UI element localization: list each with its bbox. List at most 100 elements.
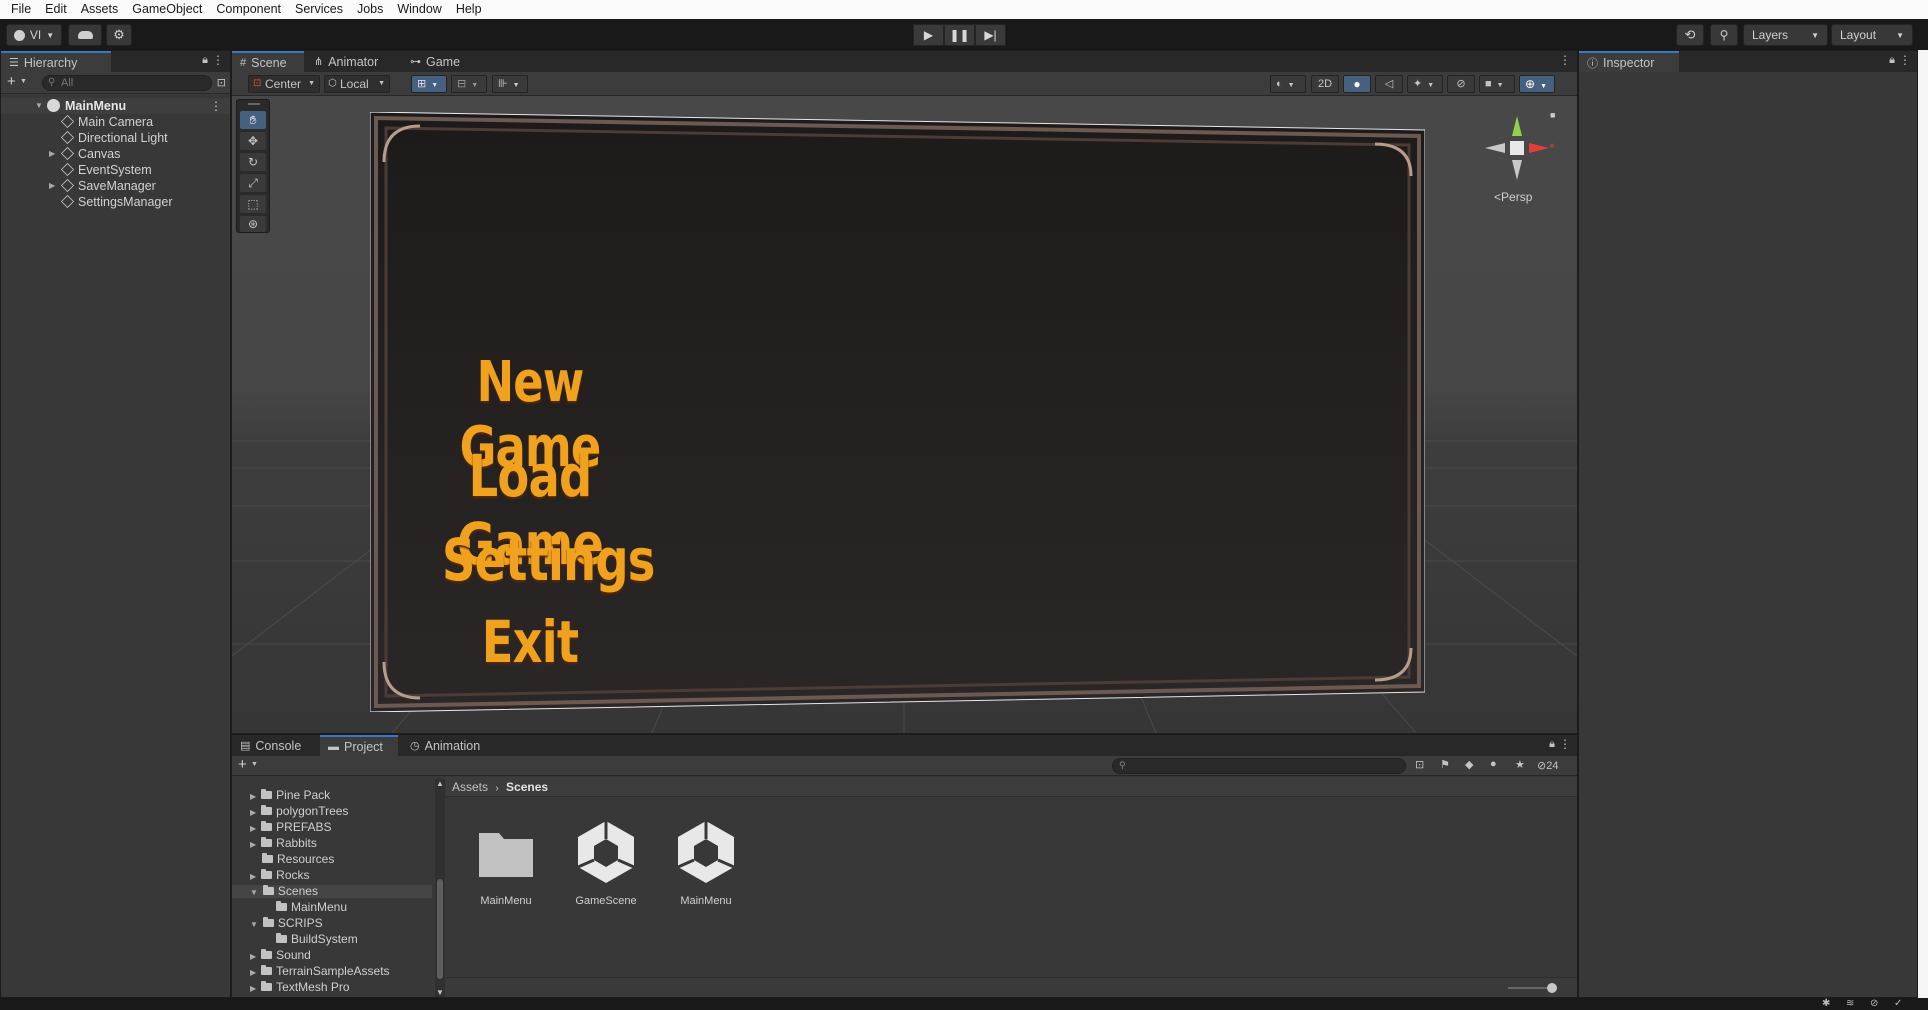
lighting-toggle[interactable]: ● [1343, 75, 1371, 93]
folder-item[interactable]: ▶ Pine Pack [250, 789, 330, 802]
hierarchy-item[interactable]: Main Camera [1, 114, 230, 130]
asset-folder-mainmenu[interactable]: MainMenu [466, 819, 546, 907]
breadcrumb-scenes[interactable]: Scenes [506, 780, 548, 794]
tab-project[interactable]: ▬ Project [320, 735, 398, 756]
audio-toggle[interactable]: ◁ [1375, 75, 1403, 93]
collapsed-arrow-icon[interactable]: ▶ [49, 178, 55, 194]
search-by-label-icon[interactable]: ⚑ [1440, 758, 1450, 771]
scale-tool-button[interactable]: ⤢ [240, 174, 266, 192]
camera-dropdown[interactable]: ■ ▼ [1479, 75, 1515, 93]
zoom-slider-handle[interactable] [1547, 983, 1557, 993]
move-tool-button[interactable]: ✥ [240, 132, 266, 150]
hidden-packages-toggle[interactable]: ⊘24 [1537, 759, 1558, 772]
more-menu-icon[interactable]: ⋮ [212, 53, 224, 67]
tab-scene[interactable]: # Scene [232, 51, 304, 72]
collapsed-arrow-icon[interactable]: ▶ [250, 968, 256, 977]
hierarchy-scene-row[interactable]: ▼ MainMenu ⋮ [1, 98, 230, 114]
folder-item[interactable]: ▶ TerrainSampleAssets [250, 965, 390, 978]
more-menu-icon[interactable]: ⋮ [1559, 737, 1571, 751]
hierarchy-item[interactable]: ▶ Canvas [1, 146, 230, 162]
collapsed-arrow-icon[interactable]: ▶ [250, 872, 256, 881]
collapsed-arrow-icon[interactable]: ▶ [250, 840, 256, 849]
menu-canvas[interactable]: New Game Load Game Settings Exit [370, 112, 1425, 712]
collapsed-arrow-icon[interactable]: ▶ [250, 952, 256, 961]
info-circle-icon[interactable]: ● [1490, 758, 1497, 770]
layers-dropdown[interactable]: Layers ▼ [1743, 24, 1828, 46]
filter-icon[interactable]: ⊡ [217, 76, 226, 89]
star-icon[interactable]: ★ [1515, 758, 1525, 771]
search-by-type-icon[interactable]: ⊡ [1415, 758, 1424, 771]
menu-window[interactable]: Window [390, 0, 448, 19]
pivot-dropdown[interactable]: ⊡ Center ▼ [248, 75, 320, 93]
hierarchy-item[interactable]: SettingsManager [1, 194, 230, 210]
tab-inspector[interactable]: ⓘ Inspector [1579, 51, 1679, 72]
more-menu-icon[interactable]: ⋮ [210, 98, 222, 114]
folder-item[interactable]: Resources [262, 853, 334, 866]
folder-item[interactable]: BuildSystem [276, 933, 358, 946]
collapsed-arrow-icon[interactable]: ▶ [250, 792, 256, 801]
check-icon[interactable]: ✓ [1894, 998, 1902, 1009]
hierarchy-item[interactable]: Directional Light [1, 130, 230, 146]
history-button[interactable]: ⟲ [1676, 24, 1704, 46]
collapsed-arrow-icon[interactable]: ▶ [250, 824, 256, 833]
scroll-up-icon[interactable]: ▲ [436, 779, 444, 788]
layout-dropdown[interactable]: Layout ▼ [1831, 24, 1913, 46]
2d-toggle[interactable]: 2D [1311, 75, 1339, 93]
menu-help[interactable]: Help [449, 0, 489, 19]
exit-label[interactable]: Exit [474, 608, 586, 676]
shading-mode-dropdown[interactable]: ◐ ▼ [1270, 75, 1306, 93]
rotate-tool-button[interactable]: ↻ [240, 153, 266, 171]
folder-item[interactable]: ▼ SCRIPS [250, 917, 323, 930]
search-button[interactable]: ⚲ [1710, 24, 1738, 46]
expand-arrow-icon[interactable]: ▼ [250, 888, 258, 897]
menu-file[interactable]: File [4, 0, 38, 19]
more-menu-icon[interactable]: ⋮ [1559, 53, 1571, 67]
cloud-button[interactable] [68, 24, 102, 46]
visibility-toggle[interactable]: ⊘ [1447, 75, 1475, 93]
asset-scene-mainmenu[interactable]: MainMenu [666, 819, 746, 907]
menu-assets[interactable]: Assets [74, 0, 126, 19]
add-button[interactable]: + [7, 73, 16, 90]
scrollbar-thumb[interactable] [437, 879, 443, 979]
pause-button[interactable]: ❚❚ [944, 24, 975, 46]
folder-item[interactable]: ▶ PREFABS [250, 821, 332, 834]
menu-component[interactable]: Component [209, 0, 288, 19]
scroll-down-icon[interactable]: ▼ [436, 988, 444, 997]
orientation-gizmo[interactable]: × [1477, 108, 1557, 188]
folder-item[interactable]: ▶ Rabbits [250, 837, 317, 850]
folder-item[interactable]: ▼ Scenes [232, 885, 432, 898]
folder-item[interactable]: ▶ Sound [250, 949, 311, 962]
stack-icon[interactable]: ≋ [1846, 998, 1854, 1009]
progress-icon[interactable]: ⊘ [1870, 998, 1878, 1009]
tab-console[interactable]: ▤ Console [232, 735, 309, 756]
tag-icon[interactable]: ◆ [1465, 758, 1473, 771]
menu-jobs[interactable]: Jobs [350, 0, 390, 19]
hierarchy-item[interactable]: ▶ SaveManager [1, 178, 230, 194]
collapsed-arrow-icon[interactable]: ▶ [49, 146, 55, 162]
account-dropdown[interactable]: VI ▼ [6, 24, 62, 46]
lock-icon[interactable]: 🔒︎ [1889, 54, 1895, 67]
collab-button[interactable]: ⚙ [106, 24, 132, 46]
scene-viewport[interactable]: × ■ <Persp ✋︎ ✥ ↻ ⤢ ⬚ ⊛ New Game Load Ga… [232, 96, 1577, 733]
play-button[interactable]: ▶ [913, 24, 944, 46]
create-button[interactable]: + [238, 756, 247, 773]
step-button[interactable]: ▶| [975, 24, 1006, 46]
collapsed-arrow-icon[interactable]: ▶ [250, 808, 256, 817]
asset-scene-gamescene[interactable]: GameScene [566, 819, 646, 907]
breadcrumb-assets[interactable]: Assets [452, 780, 488, 794]
drag-handle-icon[interactable] [248, 103, 260, 105]
more-menu-icon[interactable]: ⋮ [1899, 53, 1911, 67]
menu-gameobject[interactable]: GameObject [125, 0, 209, 19]
lock-icon[interactable]: 🔒︎ [1549, 738, 1555, 751]
hand-tool-button[interactable]: ✋︎ [240, 111, 266, 129]
collapsed-arrow-icon[interactable]: ▶ [250, 984, 256, 993]
bug-icon[interactable]: ✱ [1822, 998, 1830, 1009]
increment-snap-toggle[interactable]: ⊟ ▼ [451, 75, 487, 93]
folder-item[interactable]: ▶ Rocks [250, 869, 310, 882]
folder-item[interactable]: MainMenu [276, 901, 347, 914]
tab-game[interactable]: ⊶ Game [402, 51, 468, 72]
grid-snapping-toggle[interactable]: ⊞ ▼ [411, 75, 447, 93]
tab-animator[interactable]: ⋔ Animator [306, 51, 386, 72]
settings-label[interactable]: Settings [442, 526, 655, 594]
tab-animation[interactable]: ◷ Animation [402, 735, 488, 756]
